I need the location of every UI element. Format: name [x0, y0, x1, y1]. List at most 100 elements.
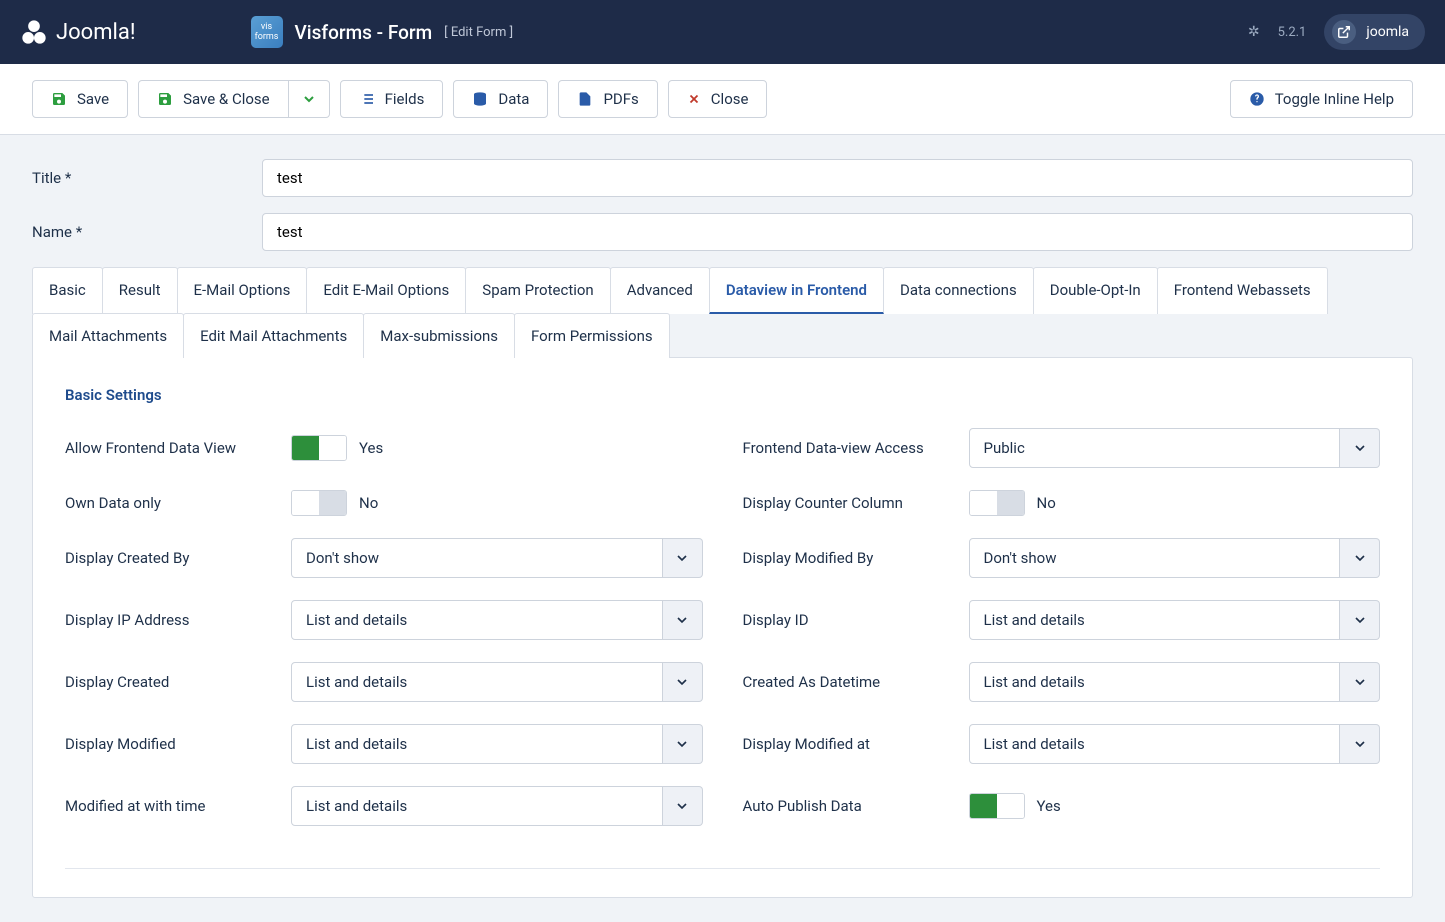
display-modified-value[interactable]: List and details [291, 724, 663, 764]
tab-data-connections[interactable]: Data connections [883, 267, 1034, 314]
tab-frontend-webassets[interactable]: Frontend Webassets [1157, 267, 1328, 314]
joomla-logo[interactable]: Joomla! [20, 18, 136, 46]
display-created-select[interactable]: List and details [291, 662, 703, 702]
auto-publish-label: Auto Publish Data [743, 797, 953, 815]
save-close-dropdown[interactable] [289, 80, 330, 118]
tab-mail-attachments[interactable]: Mail Attachments [32, 313, 184, 358]
allow-frontend-label: Allow Frontend Data View [65, 439, 275, 457]
header-bar: Joomla! visforms Visforms - Form [ Edit … [0, 0, 1445, 64]
modified-at-time-select[interactable]: List and details [291, 786, 703, 826]
chevron-down-icon [301, 91, 317, 107]
created-datetime-value[interactable]: List and details [969, 662, 1341, 702]
header-left: Joomla! visforms Visforms - Form [ Edit … [20, 16, 513, 48]
allow-frontend-toggle[interactable] [291, 435, 347, 461]
data-button[interactable]: Data [453, 80, 548, 118]
tab-spam-protection[interactable]: Spam Protection [465, 267, 610, 314]
toolbar-left: Save Save & Close Fields Data PDFs Close [32, 80, 767, 118]
toggle-help-button[interactable]: Toggle Inline Help [1230, 80, 1413, 118]
database-icon [472, 91, 488, 107]
own-data-toggle[interactable] [291, 490, 347, 516]
tab-advanced[interactable]: Advanced [610, 267, 710, 314]
display-counter-value: No [1037, 494, 1056, 512]
save-close-label: Save & Close [183, 90, 270, 108]
allow-frontend-value: Yes [359, 439, 383, 457]
display-id-value[interactable]: List and details [969, 600, 1341, 640]
tab-basic[interactable]: Basic [32, 267, 103, 314]
frontend-access-label: Frontend Data-view Access [743, 439, 953, 457]
user-menu[interactable]: joomla [1324, 14, 1425, 50]
tab-result[interactable]: Result [102, 267, 178, 314]
display-ip-label: Display IP Address [65, 611, 275, 629]
display-modified-at-label: Display Modified at [743, 735, 953, 753]
display-modified-by-value[interactable]: Don't show [969, 538, 1341, 578]
close-label: Close [711, 90, 749, 108]
display-ip-select[interactable]: List and details [291, 600, 703, 640]
display-modified-by-label: Display Modified By [743, 549, 953, 567]
section-title: Basic Settings [65, 386, 1380, 404]
page-heading: visforms Visforms - Form [ Edit Form ] [251, 16, 514, 48]
external-link-icon [1332, 20, 1356, 44]
list-icon [359, 91, 375, 107]
own-data-value: No [359, 494, 378, 512]
display-id-select[interactable]: List and details [969, 600, 1381, 640]
tab-content: Basic Settings Allow Frontend Data View … [32, 357, 1413, 898]
save-button[interactable]: Save [32, 80, 128, 118]
created-datetime-select[interactable]: List and details [969, 662, 1381, 702]
pdfs-button[interactable]: PDFs [558, 80, 657, 118]
tab-max-submissions[interactable]: Max-submissions [363, 313, 515, 358]
display-created-by-row: Display Created By Don't show [65, 538, 703, 578]
section-divider [65, 868, 1380, 869]
display-modified-by-select[interactable]: Don't show [969, 538, 1381, 578]
data-label: Data [498, 90, 529, 108]
brand-text: Joomla! [56, 20, 136, 45]
chevron-down-icon [663, 600, 703, 640]
display-created-label: Display Created [65, 673, 275, 691]
display-modified-at-value[interactable]: List and details [969, 724, 1341, 764]
fields-label: Fields [385, 90, 425, 108]
save-close-button[interactable]: Save & Close [138, 80, 289, 118]
title-input[interactable] [262, 159, 1413, 197]
display-modified-row: Display Modified List and details [65, 724, 703, 764]
own-data-row: Own Data only No [65, 490, 703, 516]
display-created-by-value[interactable]: Don't show [291, 538, 663, 578]
display-modified-label: Display Modified [65, 735, 275, 753]
fields-button[interactable]: Fields [340, 80, 444, 118]
pdfs-label: PDFs [603, 90, 638, 108]
save-icon [51, 91, 67, 107]
tab-dataview-frontend[interactable]: Dataview in Frontend [709, 267, 884, 314]
auto-publish-row: Auto Publish Data Yes [743, 786, 1381, 826]
close-icon [687, 92, 701, 106]
frontend-access-value[interactable]: Public [969, 428, 1341, 468]
chevron-down-icon [663, 724, 703, 764]
display-counter-row: Display Counter Column No [743, 490, 1381, 516]
display-created-value[interactable]: List and details [291, 662, 663, 702]
chevron-down-icon [663, 662, 703, 702]
tab-edit-email-options[interactable]: Edit E-Mail Options [306, 267, 466, 314]
display-counter-toggle[interactable] [969, 490, 1025, 516]
tab-form-permissions[interactable]: Form Permissions [514, 313, 670, 358]
version-text: 5.2.1 [1278, 25, 1307, 40]
display-modified-at-select[interactable]: List and details [969, 724, 1381, 764]
display-created-by-select[interactable]: Don't show [291, 538, 703, 578]
help-icon [1249, 91, 1265, 107]
username: joomla [1366, 24, 1409, 40]
allow-frontend-row: Allow Frontend Data View Yes [65, 428, 703, 468]
display-modified-select[interactable]: List and details [291, 724, 703, 764]
modified-at-time-row: Modified at with time List and details [65, 786, 703, 826]
display-ip-value[interactable]: List and details [291, 600, 663, 640]
modified-at-time-value[interactable]: List and details [291, 786, 663, 826]
header-right: ✲ 5.2.1 joomla [1248, 14, 1425, 50]
tab-double-optin[interactable]: Double-Opt-In [1033, 267, 1158, 314]
tab-edit-mail-attachments[interactable]: Edit Mail Attachments [183, 313, 364, 358]
close-button[interactable]: Close [668, 80, 768, 118]
display-counter-label: Display Counter Column [743, 494, 953, 512]
frontend-access-select[interactable]: Public [969, 428, 1381, 468]
display-id-row: Display ID List and details [743, 600, 1381, 640]
tab-email-options[interactable]: E-Mail Options [177, 267, 308, 314]
auto-publish-toggle[interactable] [969, 793, 1025, 819]
name-input[interactable] [262, 213, 1413, 251]
tabs-nav: Basic Result E-Mail Options Edit E-Mail … [32, 267, 1413, 357]
auto-publish-value: Yes [1037, 797, 1061, 815]
chevron-down-icon [1340, 538, 1380, 578]
name-row: Name * [32, 213, 1413, 251]
